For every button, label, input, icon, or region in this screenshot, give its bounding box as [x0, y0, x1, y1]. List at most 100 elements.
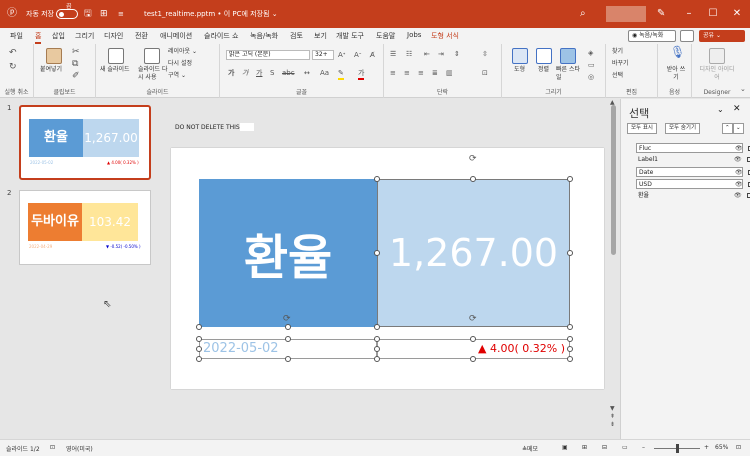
highlight-icon[interactable]: ✎ [338, 68, 344, 80]
vertical-scrollbar[interactable]: ▲ ▼ ⇞ ⇟ [608, 99, 620, 439]
find-button[interactable]: 찾기 [612, 48, 623, 56]
resize-handle[interactable] [374, 346, 380, 352]
selection-item-date[interactable]: Date 👁 [636, 167, 750, 177]
rotate-handle-icon[interactable]: ⟳ [469, 314, 477, 324]
tab-transitions[interactable]: 전환 [135, 31, 148, 41]
resize-handle[interactable] [374, 356, 380, 362]
eye-icon[interactable]: 👁 [735, 180, 743, 189]
next-slide-icon[interactable]: ⇟ [610, 421, 615, 428]
paste-icon[interactable] [46, 48, 62, 64]
tab-file[interactable]: 파일 [10, 31, 23, 41]
section-button[interactable]: 구역 ⌄ [168, 72, 186, 80]
zoom-level[interactable]: 65% [715, 444, 728, 451]
tab-jobs[interactable]: Jobs [407, 31, 421, 39]
account-avatar[interactable] [606, 6, 646, 22]
shape-effects-icon[interactable]: ◎ [588, 72, 594, 82]
underline-icon[interactable]: 가 [256, 68, 262, 78]
tab-help[interactable]: 도움말 [376, 31, 395, 41]
zoom-slider-thumb[interactable] [676, 444, 679, 453]
layout-button[interactable]: 레이아웃 ⌄ [168, 48, 197, 56]
tab-developer[interactable]: 개발 도구 [336, 31, 364, 41]
tab-design[interactable]: 디자인 [104, 31, 123, 41]
save-icon[interactable]: 🖫 [84, 0, 92, 28]
undo-icon[interactable]: ↶ [9, 48, 17, 58]
label-box[interactable]: 환율 [199, 179, 377, 327]
case-icon[interactable]: Aa [320, 68, 329, 78]
designer-ideas-button[interactable]: 디자인 아이디어 [698, 66, 736, 82]
text-direction-icon[interactable]: ⇳ [482, 49, 488, 59]
bring-forward-icon[interactable]: ⌃ [722, 123, 733, 134]
tab-home[interactable]: 홈 [35, 31, 42, 44]
tab-view[interactable]: 보기 [314, 31, 327, 41]
eye-icon[interactable]: 👁 [734, 191, 742, 200]
resize-handle[interactable] [470, 176, 476, 182]
microphone-icon[interactable]: 🎙 [670, 46, 685, 58]
resize-handle[interactable] [567, 176, 573, 182]
selection-item-fluc[interactable]: Fluc 👁 [636, 143, 750, 153]
quick-styles-icon[interactable] [560, 48, 576, 64]
italic-icon[interactable]: 가 [242, 68, 248, 78]
new-slide-button[interactable]: 새 슬라이드 [100, 66, 130, 74]
slide-thumbnail-2[interactable]: 두바이유 103.42 2022-04-29 ▼ -0.52( -0.50% ) [19, 190, 151, 265]
shrink-font-icon[interactable]: Aᐨ [354, 50, 362, 60]
accessibility-icon[interactable]: ⊡ [50, 444, 55, 451]
normal-view-icon[interactable]: ▣ [562, 444, 568, 451]
resize-handle[interactable] [374, 250, 380, 256]
resize-handle[interactable] [470, 336, 476, 342]
reuse-slide-icon[interactable] [144, 48, 160, 64]
resize-handle[interactable] [567, 356, 573, 362]
tab-animations[interactable]: 애니메이션 [160, 31, 192, 41]
tab-review[interactable]: 검토 [290, 31, 303, 41]
designer-icon[interactable] [709, 48, 725, 64]
redo-icon[interactable]: ↻ [9, 62, 17, 72]
notes-button[interactable]: ≜메모 [522, 444, 538, 453]
align-center-icon[interactable]: ≡ [404, 68, 410, 78]
scroll-down-icon[interactable]: ▼ [610, 405, 615, 412]
arrange-icon[interactable] [536, 48, 552, 64]
reading-view-icon[interactable]: ⊟ [602, 444, 607, 451]
bullets-icon[interactable]: ☰ [390, 49, 396, 59]
paste-button[interactable]: 붙여넣기 [40, 66, 62, 74]
fit-slide-icon[interactable]: ⊡ [736, 444, 741, 451]
replace-button[interactable]: 바꾸기 [612, 60, 629, 68]
decrease-indent-icon[interactable]: ⇤ [424, 49, 430, 59]
selection-item-label1[interactable]: Label1 👁 [636, 155, 750, 165]
send-backward-icon[interactable]: ⌄ [733, 123, 744, 134]
font-name-combo[interactable]: 맑은 고딕 (본문) [226, 50, 310, 60]
document-title[interactable]: test1_realtime.pptm • 이 PC에 저장됨 ⌄ [144, 0, 278, 28]
eye-icon[interactable]: 👁 [734, 155, 742, 164]
font-size-combo[interactable]: 32+ [312, 50, 334, 60]
bold-icon[interactable]: 가 [228, 68, 234, 78]
selection-item-usd[interactable]: USD 👁 [636, 179, 750, 189]
comments-button[interactable] [680, 30, 694, 42]
resize-handle[interactable] [470, 356, 476, 362]
sorter-view-icon[interactable]: ⊞ [582, 444, 587, 451]
rotate-handle-icon[interactable]: ⟳ [283, 314, 291, 324]
shape-outline-icon[interactable]: ▭ [588, 60, 595, 70]
font-color-icon[interactable]: 가 [358, 68, 365, 80]
rotate-handle-icon[interactable]: ⟳ [469, 154, 477, 164]
resize-handle[interactable] [374, 176, 380, 182]
prev-slide-icon[interactable]: ⇞ [610, 413, 615, 420]
selection-item-exchange-rate[interactable]: 환율 👁 [636, 191, 750, 201]
resize-handle[interactable] [567, 336, 573, 342]
hide-all-button[interactable]: 모두 숨기기 [665, 123, 701, 134]
resize-handle[interactable] [196, 336, 202, 342]
record-button[interactable]: ◉ 녹음/녹화 [628, 30, 676, 42]
align-right-icon[interactable]: ≡ [418, 68, 424, 78]
share-button[interactable]: 공유 ⌄ [699, 30, 745, 42]
new-slide-icon[interactable] [108, 48, 124, 64]
reuse-slide-button[interactable]: 슬라이드 다시 사용 [138, 66, 168, 82]
increase-indent-icon[interactable]: ⇥ [438, 49, 444, 59]
show-all-button[interactable]: 모두 표시 [627, 123, 657, 134]
resize-handle[interactable] [196, 356, 202, 362]
shape-fill-icon[interactable]: ◈ [588, 48, 593, 58]
line-spacing-icon[interactable]: ⇕ [454, 49, 460, 59]
zoom-in-icon[interactable]: + [704, 444, 709, 451]
resize-handle[interactable] [567, 346, 573, 352]
resize-handle[interactable] [374, 324, 380, 330]
reset-button[interactable]: 다시 설정 [168, 60, 192, 68]
search-icon[interactable]: ⌕ [580, 0, 586, 28]
resize-handle[interactable] [567, 324, 573, 330]
slide-thumbnail-1[interactable]: 환율 1,267.00 2022-05-02 ▲ 4.00( 0.32% ) [19, 105, 151, 180]
